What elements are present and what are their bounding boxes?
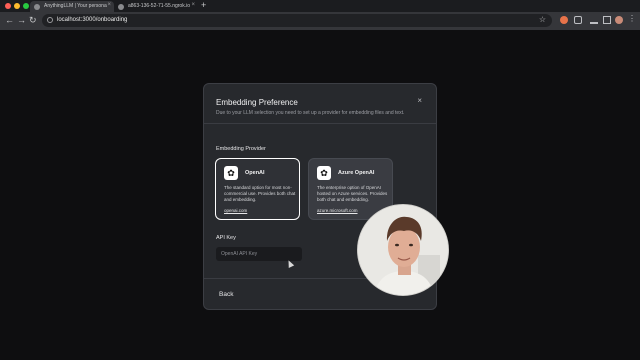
side-panel-icon[interactable]: [603, 16, 611, 24]
close-tab-icon[interactable]: ×: [191, 2, 195, 8]
browser-tab-ngrok[interactable]: a863-136-52-71-55.ngrok.io ×: [114, 1, 198, 12]
bookmark-star-icon[interactable]: ☆: [539, 15, 546, 24]
modal-title: Embedding Preference: [216, 98, 298, 107]
favicon-icon: [118, 3, 124, 10]
close-window-button[interactable]: [5, 3, 11, 9]
presenter-video-image: [358, 205, 448, 295]
divider: [204, 123, 436, 124]
new-tab-button[interactable]: +: [201, 0, 206, 10]
provider-name: OpenAI: [245, 170, 265, 176]
browser-tab-anythingllm[interactable]: AnythingLLM | Your persona ×: [30, 1, 114, 12]
maximize-window-button[interactable]: [23, 3, 29, 9]
embedding-provider-label: Embedding Provider: [216, 146, 266, 152]
close-tab-icon[interactable]: ×: [107, 2, 111, 8]
modal-subtitle: Due to your LLM selection you need to se…: [216, 110, 405, 116]
tab-title: AnythingLLM | Your persona: [44, 3, 107, 9]
tab-title: a863-136-52-71-55.ngrok.io: [128, 3, 190, 9]
openai-logo-icon: ✿: [317, 166, 331, 180]
forward-arrow-icon[interactable]: →: [17, 15, 26, 25]
provider-card-openai[interactable]: ✿ OpenAI The standard option for most no…: [215, 158, 300, 220]
extension-icon[interactable]: [560, 16, 568, 24]
favicon-icon: [34, 3, 40, 10]
browser-menu-icon[interactable]: ⋮: [628, 14, 636, 23]
site-info-icon[interactable]: [47, 17, 53, 23]
minimize-window-button[interactable]: [14, 3, 20, 9]
provider-description: The enterprise option of OpenAI hosted o…: [317, 185, 388, 202]
browser-chrome: AnythingLLM | Your persona × a863-136-52…: [0, 0, 640, 30]
address-bar-url: localhost:3000/onboarding: [57, 17, 128, 23]
profile-avatar-icon[interactable]: [615, 16, 623, 24]
provider-link[interactable]: azure.microsoft.com: [317, 208, 358, 213]
download-icon[interactable]: [590, 16, 598, 24]
address-bar[interactable]: localhost:3000/onboarding ☆: [42, 14, 552, 27]
close-icon[interactable]: ×: [417, 96, 422, 105]
tab-strip: AnythingLLM | Your persona × a863-136-52…: [0, 0, 640, 12]
provider-description: The standard option for most non-commerc…: [224, 185, 296, 202]
window-controls: [5, 3, 29, 9]
openai-logo-icon: ✿: [224, 166, 238, 180]
back-arrow-icon[interactable]: ←: [5, 15, 14, 25]
browser-toolbar: ← → ↻ localhost:3000/onboarding ☆ ⋮: [0, 12, 640, 30]
provider-link[interactable]: openai.com: [224, 208, 247, 213]
api-key-label: API Key: [216, 235, 236, 241]
provider-name: Azure OpenAI: [338, 170, 375, 176]
back-button[interactable]: Back: [219, 291, 233, 298]
reload-icon[interactable]: ↻: [29, 15, 37, 26]
webcam-overlay: [357, 204, 449, 296]
extensions-puzzle-icon[interactable]: [574, 16, 582, 24]
